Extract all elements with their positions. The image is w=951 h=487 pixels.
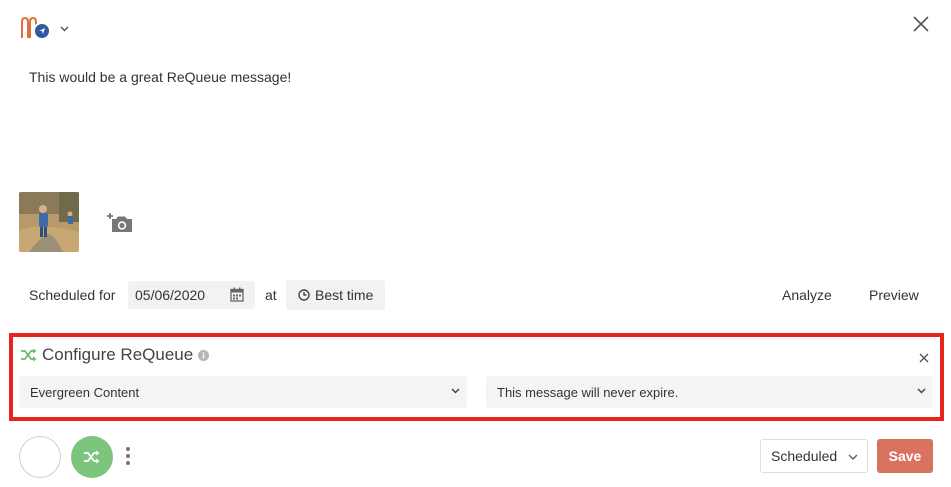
add-photo-icon[interactable] [106, 210, 134, 234]
empty-circle-button[interactable] [19, 436, 61, 478]
analyze-button[interactable]: Analyze [782, 287, 832, 303]
preview-button[interactable]: Preview [869, 287, 919, 303]
network-badge-icon [33, 22, 51, 40]
info-icon[interactable] [198, 349, 210, 361]
clock-icon [298, 289, 310, 301]
status-select[interactable]: Scheduled [760, 439, 868, 473]
chevron-down-icon [848, 454, 858, 460]
close-icon[interactable] [911, 14, 931, 34]
date-picker-field[interactable]: 05/06/2020 [128, 281, 255, 309]
save-button[interactable]: Save [877, 439, 933, 473]
requeue-expiration-select[interactable]: This message will never expire. [486, 376, 933, 408]
status-value: Scheduled [771, 448, 838, 464]
requeue-title: Configure ReQueue [42, 345, 194, 364]
shuffle-icon [84, 450, 100, 464]
more-options-icon[interactable] [122, 445, 134, 467]
at-label: at [265, 287, 277, 303]
requeue-header: Configure ReQueue [20, 345, 210, 365]
shuffle-icon [21, 348, 37, 362]
chevron-down-icon[interactable] [60, 26, 69, 32]
date-value: 05/06/2020 [135, 287, 206, 303]
chevron-down-icon [917, 388, 926, 394]
best-time-label: Best time [315, 287, 374, 303]
account-selector[interactable] [20, 14, 76, 42]
close-requeue-icon[interactable] [918, 352, 930, 364]
media-thumbnail[interactable] [19, 192, 79, 252]
requeue-category-value: Evergreen Content [30, 384, 140, 400]
account-logo [20, 14, 52, 42]
photo-image [19, 192, 79, 252]
chevron-down-icon [451, 388, 460, 394]
best-time-button[interactable]: Best time [286, 280, 385, 310]
calendar-icon[interactable] [230, 287, 244, 302]
requeue-toggle-button[interactable] [71, 436, 113, 478]
scheduled-for-label: Scheduled for [29, 287, 116, 303]
requeue-category-select[interactable]: Evergreen Content [19, 376, 467, 408]
message-text[interactable]: This would be a great ReQueue message! [29, 69, 291, 85]
requeue-config-panel: Configure ReQueue Evergreen Content This… [9, 333, 944, 421]
requeue-expiration-value: This message will never expire. [497, 384, 679, 400]
